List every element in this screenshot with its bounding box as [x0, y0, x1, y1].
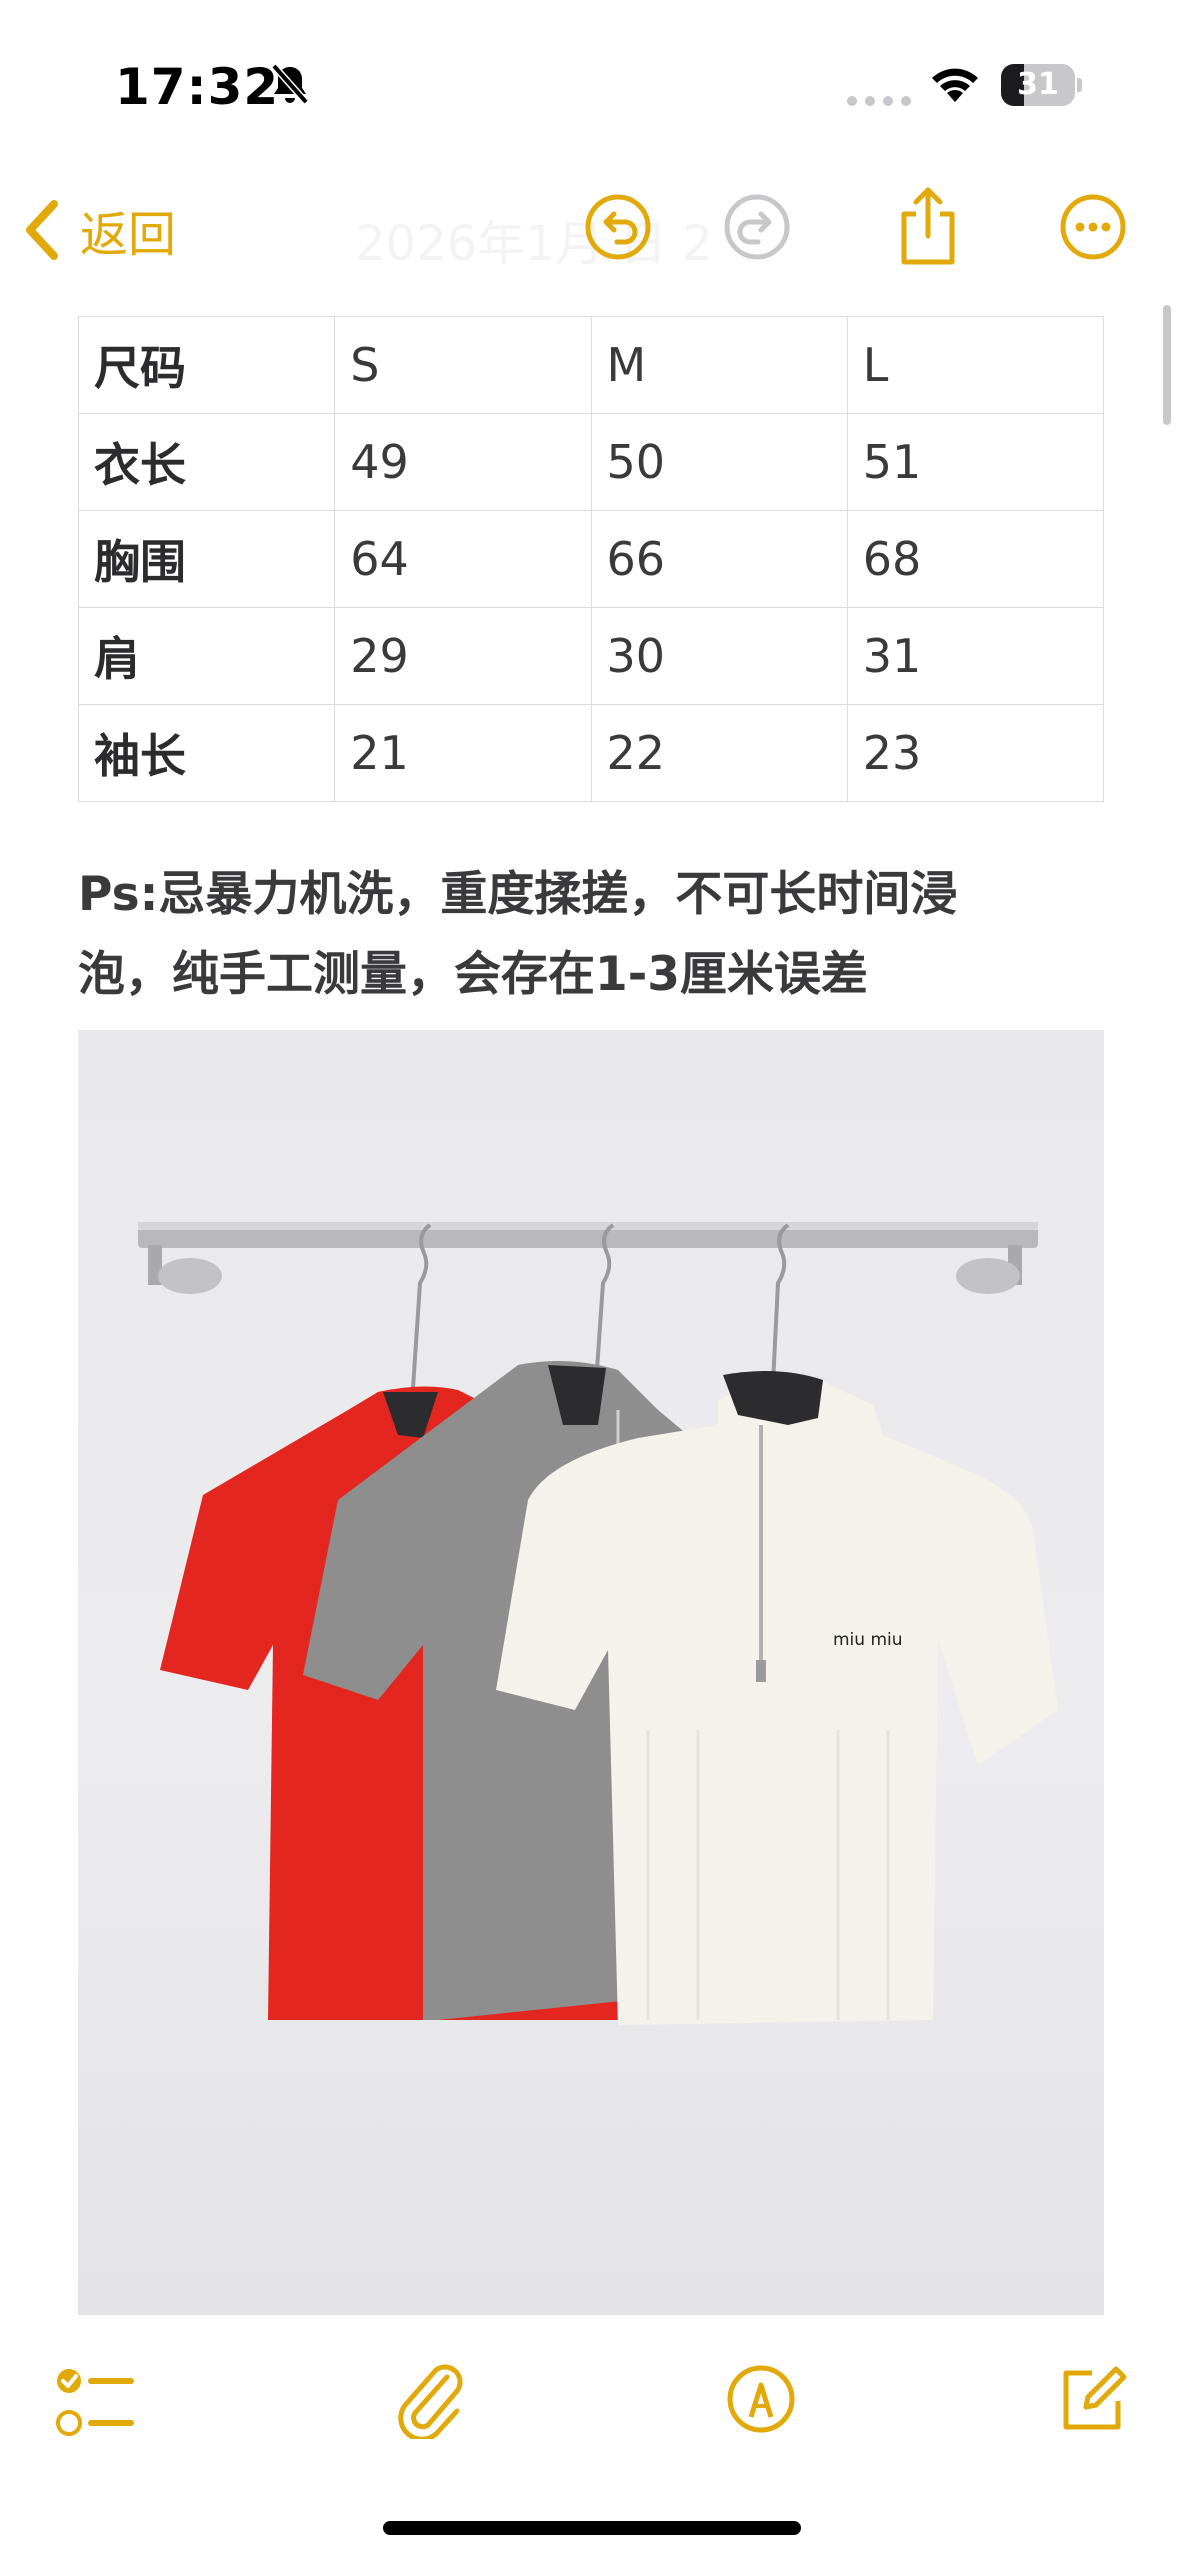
status-time: 17:32	[115, 58, 280, 116]
table-cell[interactable]: 64	[334, 510, 592, 608]
cellular-dots-icon	[847, 96, 911, 106]
home-indicator[interactable]	[383, 2521, 801, 2535]
table-row: 袖长 21 22 23	[77, 704, 1105, 802]
bottom-toolbar	[0, 2335, 1179, 2475]
note-line: 泡，纯手工测量，会存在1-3厘米误差	[78, 947, 868, 1002]
table-cell[interactable]: 22	[590, 704, 848, 802]
table-cell[interactable]: 49	[334, 413, 592, 511]
table-cell[interactable]: 21	[334, 704, 592, 802]
undo-icon[interactable]	[583, 192, 653, 262]
product-photo-illustration: miu miu	[138, 1222, 1058, 2025]
table-cell[interactable]: 肩	[77, 607, 336, 705]
battery-icon: 31	[1001, 64, 1082, 106]
table-row: 胸围 64 66 68	[77, 510, 1105, 608]
compose-icon[interactable]	[1058, 2365, 1128, 2435]
table-row: 衣长 49 50 51	[77, 413, 1105, 511]
share-icon[interactable]	[896, 184, 960, 268]
table-cell[interactable]: 30	[590, 607, 848, 705]
note-body-text[interactable]: Ps:忌暴力机洗，重度揉搓，不可长时间浸 泡，纯手工测量，会存在1-3厘米误差	[78, 855, 1108, 1015]
markup-pen-icon[interactable]	[725, 2363, 797, 2435]
checklist-icon[interactable]	[55, 2365, 135, 2441]
table-cell[interactable]: 衣长	[77, 413, 336, 511]
back-label: 返回	[80, 207, 177, 263]
table-header-cell[interactable]: S	[334, 316, 592, 414]
table-header-cell[interactable]: L	[846, 316, 1105, 414]
more-icon[interactable]	[1058, 192, 1128, 262]
size-table: 尺码 S M L 衣长 49 50 51 胸围 64 66 68 肩 29 30…	[77, 316, 1105, 802]
table-cell[interactable]: 68	[846, 510, 1105, 608]
table-cell[interactable]: 51	[846, 413, 1105, 511]
table-header-row: 尺码 S M L	[77, 316, 1105, 414]
product-photo[interactable]: miu miu	[78, 1030, 1104, 2315]
table-cell[interactable]: 23	[846, 704, 1105, 802]
table-cell[interactable]: 29	[334, 607, 592, 705]
table-row: 肩 29 30 31	[77, 607, 1105, 705]
table-cell[interactable]: 袖长	[77, 704, 336, 802]
battery-percent: 31	[1017, 67, 1059, 102]
table-cell[interactable]: 胸围	[77, 510, 336, 608]
bell-slash-icon	[271, 63, 309, 105]
logo-text: miu miu	[833, 1630, 903, 1650]
table-cell[interactable]: 66	[590, 510, 848, 608]
redo-icon[interactable]	[722, 192, 792, 262]
table-header-cell[interactable]: M	[590, 316, 848, 414]
nav-bar: 返回 2026年1月 日 2	[0, 170, 1179, 290]
scroll-indicator[interactable]	[1163, 305, 1171, 425]
chevron-left-icon	[26, 200, 58, 260]
wifi-icon	[932, 68, 978, 102]
status-bar: 17:32 31	[0, 0, 1179, 150]
back-button[interactable]: 返回	[22, 190, 176, 270]
table-cell[interactable]: 50	[590, 413, 848, 511]
table-cell[interactable]: 31	[846, 607, 1105, 705]
table-header-cell[interactable]: 尺码	[77, 316, 336, 414]
paperclip-icon[interactable]	[395, 2363, 469, 2439]
note-line: Ps:忌暴力机洗，重度揉搓，不可长时间浸	[78, 867, 958, 922]
note-title: 2026年1月 日 2	[355, 216, 713, 272]
